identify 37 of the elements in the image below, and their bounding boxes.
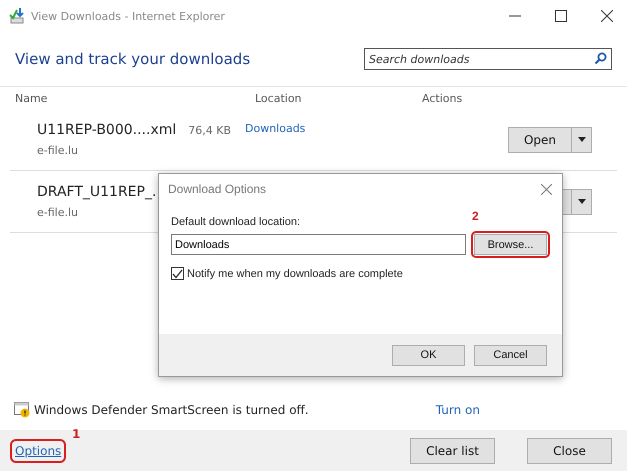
location-link[interactable]: Downloads xyxy=(245,122,306,135)
options-link[interactable]: Options xyxy=(15,444,62,458)
footer-button[interactable]: Clear list xyxy=(410,438,495,464)
search-field[interactable]: Search downloads xyxy=(364,48,612,70)
maximize-icon[interactable] xyxy=(555,10,567,22)
file-name: U11REP-B000....xml xyxy=(37,122,176,138)
close-icon[interactable] xyxy=(601,10,613,22)
file-size: 76,4 KB xyxy=(188,124,232,137)
open-button[interactable]: Open xyxy=(508,126,572,152)
notify-checkbox[interactable] xyxy=(171,267,184,280)
footer-button[interactable]: Close xyxy=(527,438,612,464)
dialog-title: Download Options xyxy=(168,182,266,196)
dropdown-button[interactable] xyxy=(572,188,592,214)
dialog-button[interactable]: OK xyxy=(392,344,465,366)
window-title: View Downloads - Internet Explorer xyxy=(31,10,225,22)
column-header: Actions xyxy=(421,92,464,104)
search-icon[interactable] xyxy=(594,52,607,65)
caret-icon xyxy=(578,199,586,204)
column-header: Name xyxy=(14,92,48,104)
page-heading: View and track your downloads xyxy=(15,50,250,68)
annotation-number: 1 xyxy=(72,426,80,440)
smartscreen-message: Windows Defender SmartScreen is turned off. xyxy=(34,403,309,417)
dropdown-button[interactable] xyxy=(572,126,592,152)
caret-icon xyxy=(578,137,586,142)
location-field[interactable]: Downloads xyxy=(171,234,466,255)
file-source: e-file.lu xyxy=(37,144,80,157)
file-source: e-file.lu xyxy=(37,206,80,219)
turn-on-link[interactable]: Turn on xyxy=(436,403,480,417)
notify-label: Notify me when my downloads are complete xyxy=(187,268,403,280)
location-label: Default download location: xyxy=(171,216,302,228)
column-header: Location xyxy=(254,92,303,104)
download-icon xyxy=(8,7,26,25)
warning-shield-icon xyxy=(14,402,31,418)
annotation-number: 2 xyxy=(472,209,479,223)
dialog-button[interactable]: Cancel xyxy=(474,344,547,366)
browse-button[interactable]: Browse... xyxy=(474,234,547,255)
file-name: DRAFT_U11REP_. xyxy=(37,184,156,200)
